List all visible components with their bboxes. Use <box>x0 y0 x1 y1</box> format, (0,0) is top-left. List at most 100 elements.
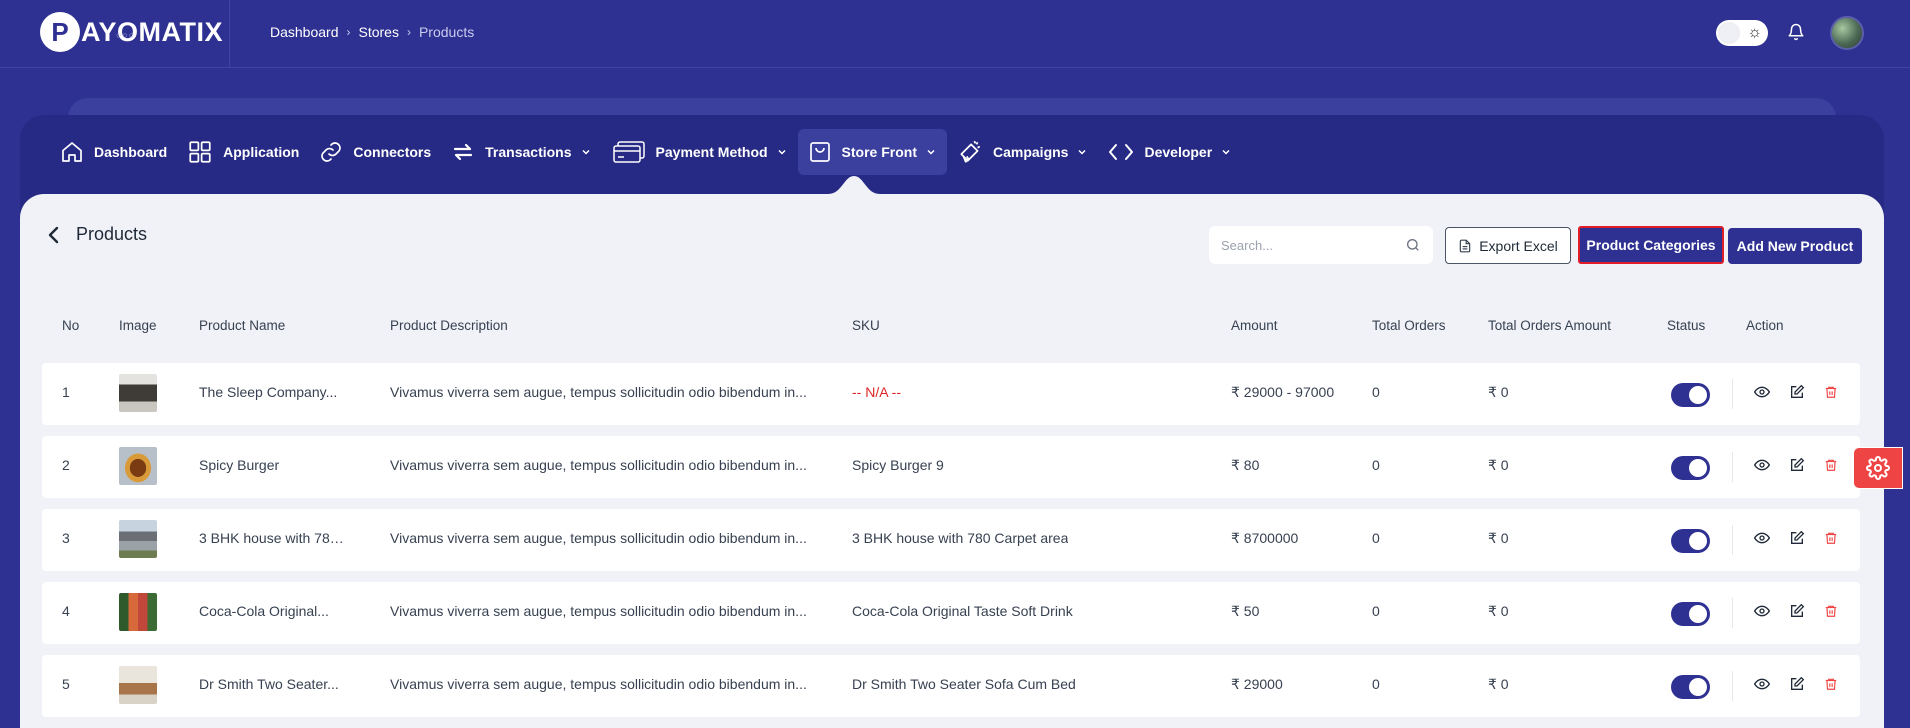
table-header: No Image Product Name Product Descriptio… <box>42 318 1860 340</box>
total-orders-amount: ₹ 0 <box>1488 457 1509 473</box>
product-categories-button[interactable]: Product Categories <box>1578 226 1724 264</box>
total-orders: 0 <box>1372 384 1380 400</box>
status-toggle-knob <box>1689 532 1707 550</box>
theme-toggle[interactable]: ☼ <box>1716 20 1768 46</box>
column-header: Status <box>1667 318 1706 333</box>
eye-icon[interactable] <box>1754 530 1770 546</box>
settings-fab[interactable] <box>1853 447 1903 489</box>
status-toggle[interactable] <box>1671 602 1710 626</box>
product-description: Vivamus viverra sem augue, tempus sollic… <box>390 603 807 619</box>
nav-label: Store Front <box>841 144 917 160</box>
credit-card-icon <box>612 141 645 163</box>
breadcrumb: Dashboard › Stores › Products <box>270 24 474 40</box>
product-thumbnail <box>119 520 157 558</box>
product-amount: ₹ 8700000 <box>1231 530 1299 546</box>
status-toggle[interactable] <box>1671 456 1710 480</box>
status-toggle[interactable] <box>1671 675 1710 699</box>
product-description: Vivamus viverra sem augue, tempus sollic… <box>390 384 807 400</box>
product-description: Vivamus viverra sem augue, tempus sollic… <box>390 530 807 546</box>
row-number: 3 <box>62 530 70 546</box>
back-arrow-icon[interactable] <box>46 225 62 245</box>
edit-icon[interactable] <box>1789 676 1805 692</box>
trash-icon[interactable] <box>1824 384 1838 400</box>
column-header: Amount <box>1231 318 1278 333</box>
edit-icon[interactable] <box>1789 457 1805 473</box>
breadcrumb-dashboard[interactable]: Dashboard <box>270 24 339 40</box>
trash-icon[interactable] <box>1824 676 1838 692</box>
product-name[interactable]: Coca-Cola Original... <box>199 603 329 619</box>
table-row[interactable]: 3 3 BHK house with 780... Vivamus viverr… <box>42 509 1860 571</box>
eye-icon[interactable] <box>1754 384 1770 400</box>
trash-icon[interactable] <box>1824 603 1838 619</box>
search-input[interactable] <box>1209 226 1389 264</box>
column-header: SKU <box>852 318 880 333</box>
breadcrumb-stores[interactable]: Stores <box>359 24 399 40</box>
nav-label: Application <box>223 144 300 160</box>
action-divider <box>1732 671 1733 701</box>
edit-icon[interactable] <box>1789 603 1805 619</box>
nav-item-dashboard[interactable]: Dashboard <box>50 129 177 175</box>
product-name[interactable]: 3 BHK house with 780... <box>199 530 349 546</box>
search-box <box>1209 226 1433 264</box>
theme-toggle-knob <box>1719 23 1739 43</box>
avatar[interactable] <box>1830 16 1864 50</box>
status-toggle-knob <box>1689 605 1707 623</box>
table-row[interactable]: 1 The Sleep Company... Vivamus viverra s… <box>42 363 1860 425</box>
breadcrumb-separator-icon: › <box>406 25 411 39</box>
main-nav: Dashboard Application Connectors Transac… <box>50 128 1242 176</box>
chevron-down-icon <box>1222 149 1230 155</box>
column-header: Image <box>119 318 157 333</box>
product-name[interactable]: The Sleep Company... <box>199 384 337 400</box>
swap-icon <box>454 143 473 161</box>
chevron-down-icon <box>582 149 590 155</box>
nav-label: Connectors <box>353 144 432 160</box>
product-sku: Dr Smith Two Seater Sofa Cum Bed <box>852 676 1076 692</box>
chevron-down-icon <box>927 149 935 155</box>
logo-dots: ○○○ <box>116 30 136 40</box>
nav-item-connectors[interactable]: Connectors <box>309 129 441 175</box>
search-icon[interactable] <box>1405 237 1421 253</box>
column-header: Product Description <box>390 318 508 333</box>
product-sku: Coca-Cola Original Taste Soft Drink <box>852 603 1073 619</box>
action-divider <box>1732 452 1733 482</box>
product-name[interactable]: Spicy Burger <box>199 457 279 473</box>
eye-icon[interactable] <box>1754 603 1770 619</box>
nav-item-campaigns[interactable]: Campaigns <box>947 129 1098 175</box>
nav-item-application[interactable]: Application <box>177 129 309 175</box>
eye-icon[interactable] <box>1754 457 1770 473</box>
product-amount: ₹ 29000 <box>1231 676 1283 692</box>
top-header: P AYOMATIX ○○○ Dashboard › Stores › Prod… <box>0 0 1910 68</box>
status-toggle[interactable] <box>1671 383 1710 407</box>
add-new-product-button[interactable]: Add New Product <box>1728 228 1862 264</box>
total-orders-amount: ₹ 0 <box>1488 384 1509 400</box>
row-number: 1 <box>62 384 70 400</box>
product-thumbnail <box>119 374 157 412</box>
edit-icon[interactable] <box>1789 530 1805 546</box>
column-header: Action <box>1746 318 1784 333</box>
nav-item-store-front[interactable]: Store Front <box>797 129 947 175</box>
total-orders-amount: ₹ 0 <box>1488 603 1509 619</box>
trash-icon[interactable] <box>1824 457 1838 473</box>
product-thumbnail <box>119 447 157 485</box>
product-name[interactable]: Dr Smith Two Seater... <box>199 676 339 692</box>
eye-icon[interactable] <box>1754 676 1770 692</box>
nav-item-developer[interactable]: Developer <box>1098 129 1242 175</box>
nav-label: Payment Method <box>655 144 768 160</box>
bell-icon[interactable] <box>1787 22 1805 47</box>
table-row[interactable]: 4 Coca-Cola Original... Vivamus viverra … <box>42 582 1860 644</box>
logo-text: AYOMATIX <box>81 16 224 47</box>
edit-icon[interactable] <box>1789 384 1805 400</box>
trash-icon[interactable] <box>1824 530 1838 546</box>
nav-item-transactions[interactable]: Transactions <box>441 129 601 175</box>
export-excel-button[interactable]: Export Excel <box>1445 227 1571 264</box>
header-divider <box>229 0 230 68</box>
grid-icon <box>189 141 211 163</box>
sun-icon: ☼ <box>1747 24 1762 41</box>
status-toggle[interactable] <box>1671 529 1710 553</box>
row-number: 2 <box>62 457 70 473</box>
nav-item-payment-method[interactable]: Payment Method <box>602 129 798 175</box>
column-header: Product Name <box>199 318 286 333</box>
total-orders-amount: ₹ 0 <box>1488 676 1509 692</box>
table-row[interactable]: 2 Spicy Burger Vivamus viverra sem augue… <box>42 436 1860 498</box>
table-row[interactable]: 5 Dr Smith Two Seater... Vivamus viverra… <box>42 655 1860 717</box>
